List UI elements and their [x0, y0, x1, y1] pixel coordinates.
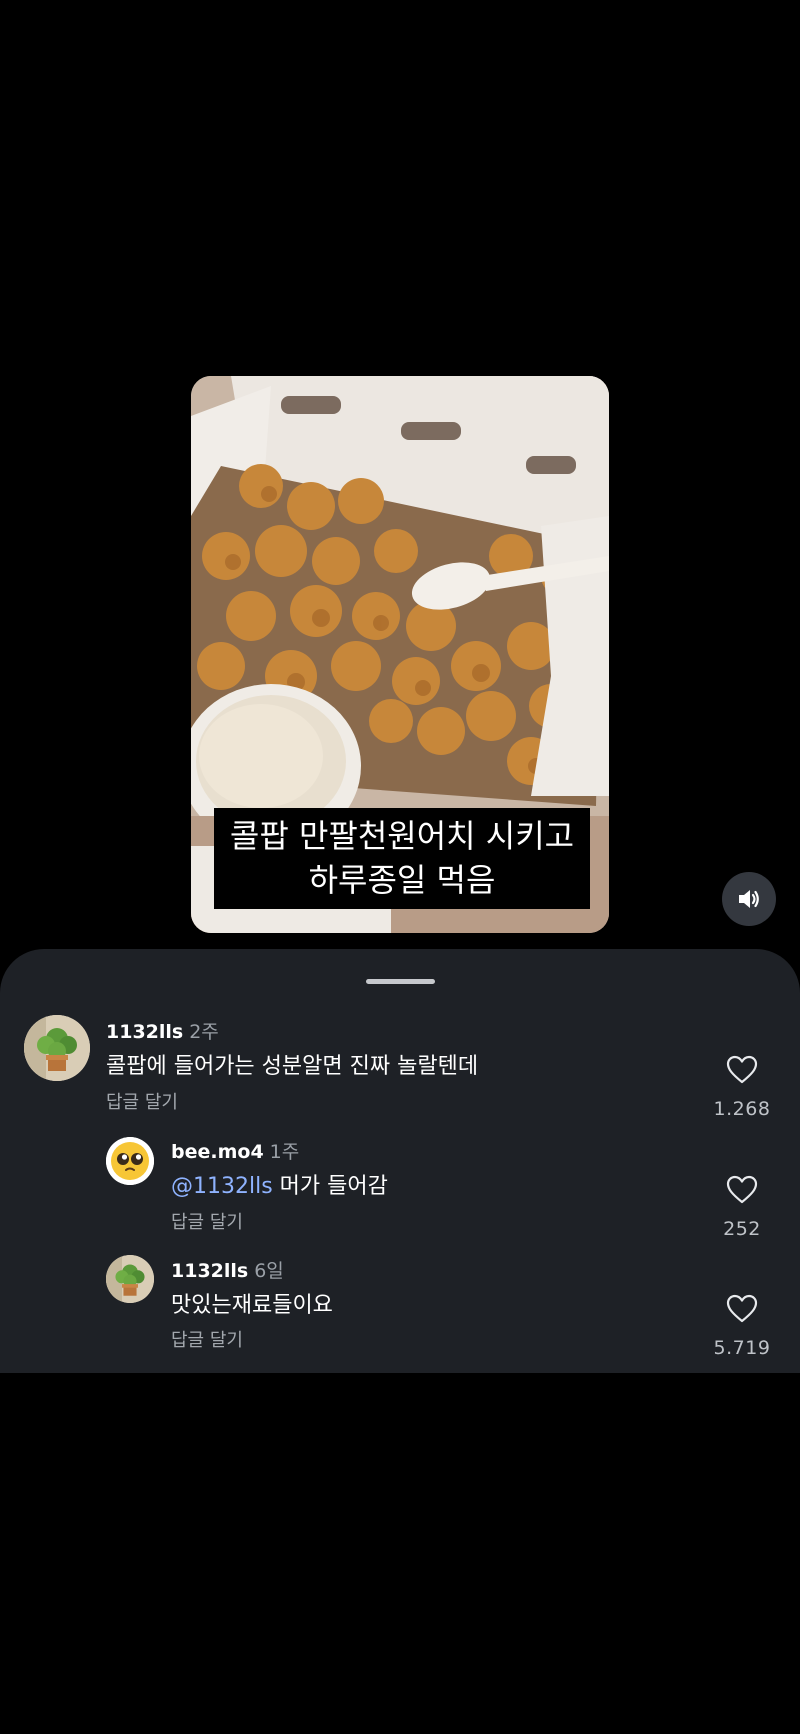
like-count: 252: [723, 1218, 761, 1240]
heart-icon[interactable]: [726, 1055, 758, 1084]
plant-avatar: [24, 1015, 90, 1081]
reply-button[interactable]: 답글 달기: [106, 1088, 178, 1114]
comments-sheet[interactable]: 1132lls 2주 콜팝에 들어가는 성분알면 진짜 놀랄텐데 답글 달기 1.…: [0, 949, 800, 1373]
sheet-drag-handle[interactable]: [366, 979, 435, 984]
plant-avatar: [106, 1255, 154, 1303]
reply-button[interactable]: 답글 달기: [171, 1326, 243, 1352]
comment-text: 맛있는재료들이요: [171, 1293, 333, 1318]
comment-username[interactable]: 1132lls 6일: [171, 1256, 284, 1283]
avatar[interactable]: [24, 1015, 90, 1081]
comment-username[interactable]: bee.mo4 1주: [171, 1137, 299, 1164]
speaker-icon: [739, 890, 759, 908]
sound-toggle-button[interactable]: [722, 872, 776, 926]
comment-time: 2주: [189, 1021, 219, 1043]
like-button[interactable]: 1.268: [687, 1055, 797, 1120]
username-text[interactable]: bee.mo4: [171, 1141, 264, 1163]
comment-username[interactable]: 1132lls 2주: [106, 1017, 219, 1044]
like-count: 5.719: [713, 1337, 771, 1359]
comment-text: 콜팝에 들어가는 성분알면 진짜 놀랄텐데: [106, 1054, 479, 1079]
avatar[interactable]: [106, 1255, 154, 1303]
username-text[interactable]: 1132lls: [106, 1021, 183, 1043]
heart-icon[interactable]: [726, 1175, 758, 1204]
comment-time: 1주: [269, 1141, 300, 1163]
like-count: 1.268: [713, 1098, 771, 1120]
comment-text: @1132lls 머가 들어감: [171, 1168, 388, 1200]
comment-body: 머가 들어감: [272, 1174, 388, 1199]
like-button[interactable]: 252: [687, 1175, 797, 1240]
pleading-emoji-avatar: [106, 1137, 154, 1185]
mention-link[interactable]: @1132lls: [171, 1174, 273, 1199]
reply-button[interactable]: 답글 달기: [171, 1208, 243, 1234]
video-caption: 콜팝 만팔천원어치 시키고 하루종일 먹음: [214, 808, 590, 909]
video-player[interactable]: 콜팝 만팔천원어치 시키고 하루종일 먹음: [191, 376, 609, 933]
username-text[interactable]: 1132lls: [171, 1260, 248, 1282]
caption-line-2: 하루종일 먹음: [308, 861, 496, 899]
like-button[interactable]: 5.719: [687, 1294, 797, 1359]
comment-time: 6일: [254, 1260, 284, 1282]
heart-icon[interactable]: [726, 1294, 758, 1323]
avatar[interactable]: [106, 1137, 154, 1185]
caption-line-1: 콜팝 만팔천원어치 시키고: [229, 817, 575, 855]
